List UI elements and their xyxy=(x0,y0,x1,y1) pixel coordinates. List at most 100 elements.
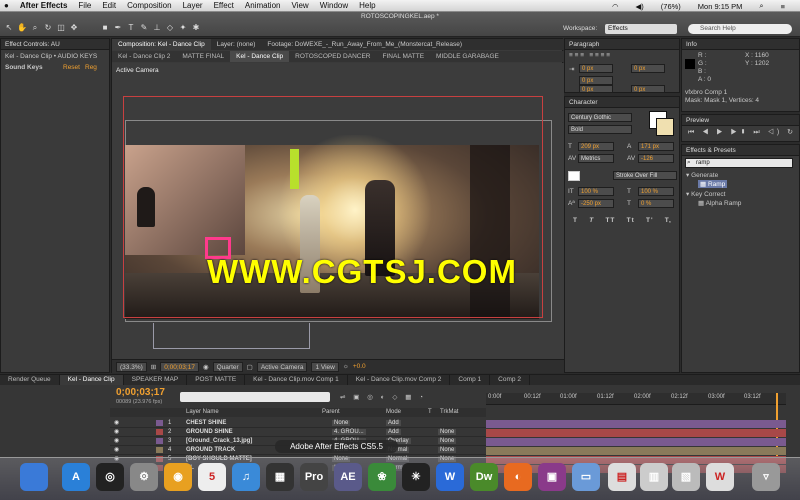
layer-name[interactable]: GROUND SHINE xyxy=(186,429,233,435)
preview-tab[interactable]: Preview xyxy=(682,115,799,126)
hand-tool-icon[interactable]: ✋ xyxy=(17,23,27,33)
itunes-icon[interactable]: ♫ xyxy=(232,463,260,491)
tab-comp-1[interactable]: Comp 1 xyxy=(450,375,491,385)
resolution-select[interactable]: Quarter xyxy=(212,361,243,372)
leading-field[interactable]: 171 px xyxy=(638,142,674,151)
subtab-middle-garabage[interactable]: MIDDLE GARABAGE xyxy=(430,51,505,62)
effects-presets-tab[interactable]: Effects & Presets xyxy=(682,145,799,156)
firefox-icon[interactable]: ◐ xyxy=(504,463,532,491)
menu-edit[interactable]: Edit xyxy=(102,1,116,10)
search-help-input[interactable]: Search Help xyxy=(688,24,792,34)
tsume-field[interactable]: 0 % xyxy=(638,199,674,208)
selection-tool-icon[interactable]: ↖ xyxy=(4,23,14,33)
reset-link[interactable]: Reset xyxy=(63,64,80,71)
folder-icon[interactable]: ▭ xyxy=(572,463,600,491)
brush-tool-icon[interactable]: ✎ xyxy=(139,23,149,33)
tab-comp-mov-2[interactable]: Kel - Dance Clip.mov Comp 2 xyxy=(348,375,451,385)
menu-effect[interactable]: Effect xyxy=(214,1,234,10)
layer-mode-select[interactable]: Add xyxy=(386,429,401,435)
faux-style-buttons[interactable]: T T TT Tt T' T, xyxy=(573,217,672,224)
menu-layer[interactable]: Layer xyxy=(183,1,203,10)
layer-duration-bar[interactable] xyxy=(486,429,786,437)
camera-tool-icon[interactable]: ◫ xyxy=(56,23,66,33)
calendar-icon[interactable]: 5 xyxy=(198,463,226,491)
asterisk-icon[interactable]: ✳ xyxy=(402,463,430,491)
roto-brush-tool-icon[interactable]: ✦ xyxy=(178,23,188,33)
pan-behind-tool-icon[interactable]: ✥ xyxy=(69,23,79,33)
effect-ramp[interactable]: ▦ Ramp xyxy=(698,180,728,188)
layer-name[interactable]: CHEST SHINE xyxy=(186,420,226,426)
exposure-value[interactable]: +0.0 xyxy=(353,363,366,370)
visibility-icon[interactable]: ◉ xyxy=(114,437,119,444)
label-color-swatch[interactable] xyxy=(156,438,163,444)
snapshot-icon[interactable]: ◉ xyxy=(203,363,209,371)
group-generate[interactable]: ▾ Generate xyxy=(686,171,718,179)
stroke-color-swatch[interactable] xyxy=(656,118,674,136)
dreamweaver-icon[interactable]: Dw xyxy=(470,463,498,491)
menu-view[interactable]: View xyxy=(291,1,308,10)
indent-left-field[interactable]: 0 px xyxy=(579,64,613,73)
subtab-kel-dance-clip[interactable]: Kel - Dance Clip xyxy=(230,51,290,62)
font-family-select[interactable]: Century Gothic xyxy=(568,113,632,122)
rotate-tool-icon[interactable]: ↻ xyxy=(43,23,53,33)
zoom-select[interactable]: (33.3%) xyxy=(116,361,147,372)
horizontal-scale-field[interactable]: 100 % xyxy=(638,187,674,196)
align-buttons[interactable]: ≡ ≡ ≡ ≡ ≡ ≡ ≡ xyxy=(569,52,610,59)
visibility-icon[interactable]: ◉ xyxy=(114,428,119,435)
camera-select[interactable]: Active Camera xyxy=(256,361,308,372)
label-color-swatch[interactable] xyxy=(156,429,163,435)
rectangle-tool-icon[interactable]: ■ xyxy=(100,23,110,33)
tab-comp-mov-1[interactable]: Kel - Dance Clip.mov Comp 1 xyxy=(245,375,348,385)
table-row[interactable]: ◉ 1 CHEST SHINE None Add xyxy=(110,419,486,428)
layer-mode-select[interactable]: Add xyxy=(386,420,401,426)
app-store-icon[interactable]: A xyxy=(62,463,90,491)
menu-file[interactable]: File xyxy=(78,1,91,10)
character-tab[interactable]: Character xyxy=(565,97,679,108)
exposure-icon[interactable]: ☼ xyxy=(343,363,349,370)
menu-composition[interactable]: Composition xyxy=(127,1,171,10)
info-tab[interactable]: Info xyxy=(682,39,799,50)
subtab-matte-final[interactable]: MATTE FINAL xyxy=(176,51,230,62)
app-menu[interactable]: After Effects xyxy=(20,1,68,10)
layer-parent-select[interactable]: None xyxy=(332,420,351,426)
file-icon[interactable]: ▧ xyxy=(672,463,700,491)
wifi-icon[interactable]: ◠ xyxy=(612,2,619,11)
timeline-search-input[interactable] xyxy=(180,392,330,402)
workspace-select[interactable]: Effects xyxy=(605,24,677,34)
pen-tool-icon[interactable]: ✒ xyxy=(113,23,123,33)
effect-alpha-ramp[interactable]: ▦ Alpha Ramp xyxy=(698,199,741,207)
layer-duration-bar[interactable] xyxy=(486,447,786,455)
clock[interactable]: Mon 9:15 PM xyxy=(698,2,743,11)
layer-duration-bar[interactable] xyxy=(486,420,786,428)
tab-comp-2[interactable]: Comp 2 xyxy=(490,375,530,385)
time-ruler[interactable]: 0:00f 00:12f 01:00f 01:12f 02:00f 02:12f… xyxy=(486,393,786,405)
clapper-icon[interactable]: ▦ xyxy=(266,463,294,491)
tab-footage[interactable]: Footage: DoWEXE_-_Run_Away_From_Me_(Mons… xyxy=(261,39,468,50)
trash-icon[interactable]: ▿ xyxy=(752,463,780,491)
tab-speaker-map[interactable]: SPEAKER MAP xyxy=(124,375,188,385)
after-effects-icon[interactable]: AE xyxy=(334,463,362,491)
reg-link[interactable]: Reg xyxy=(85,64,97,71)
label-color-swatch[interactable] xyxy=(156,447,163,453)
tab-layer[interactable]: Layer: (none) xyxy=(211,39,262,50)
dashboard-icon[interactable]: ◎ xyxy=(96,463,124,491)
subtab-final-matte[interactable]: FINAL MATTE xyxy=(377,51,431,62)
playback-controls[interactable]: ⏮ ◀ ▶ ▶▮ ⏭ ◁) ↻ ▣ xyxy=(688,128,800,137)
photo-booth-icon[interactable]: ▣ xyxy=(538,463,566,491)
list-icon[interactable]: ≡ xyxy=(781,2,785,11)
timeline-timecode[interactable]: 0;00;03;17 xyxy=(116,387,165,398)
finder-icon[interactable] xyxy=(20,463,48,491)
group-key-correct[interactable]: ▾ Key Correct xyxy=(686,190,725,198)
prores-icon[interactable]: Pro xyxy=(300,463,328,491)
vertical-scale-field[interactable]: 100 % xyxy=(578,187,614,196)
grid-icon[interactable]: ⊞ xyxy=(151,363,156,371)
space-before-field[interactable]: 0 px xyxy=(579,85,613,93)
menu-animation[interactable]: Animation xyxy=(245,1,281,10)
puppet-tool-icon[interactable]: ✱ xyxy=(191,23,201,33)
menu-window[interactable]: Window xyxy=(320,1,348,10)
effects-search-input[interactable]: ramp xyxy=(685,158,793,168)
table-row[interactable]: ◉ 2 GROUND SHINE 4. GROU... Add None xyxy=(110,428,486,437)
chrome-icon[interactable]: ◉ xyxy=(164,463,192,491)
composition-viewer[interactable]: Active Camera WWW.CGTSJ.COM xyxy=(112,63,564,359)
visibility-icon[interactable]: ◉ xyxy=(114,419,119,426)
